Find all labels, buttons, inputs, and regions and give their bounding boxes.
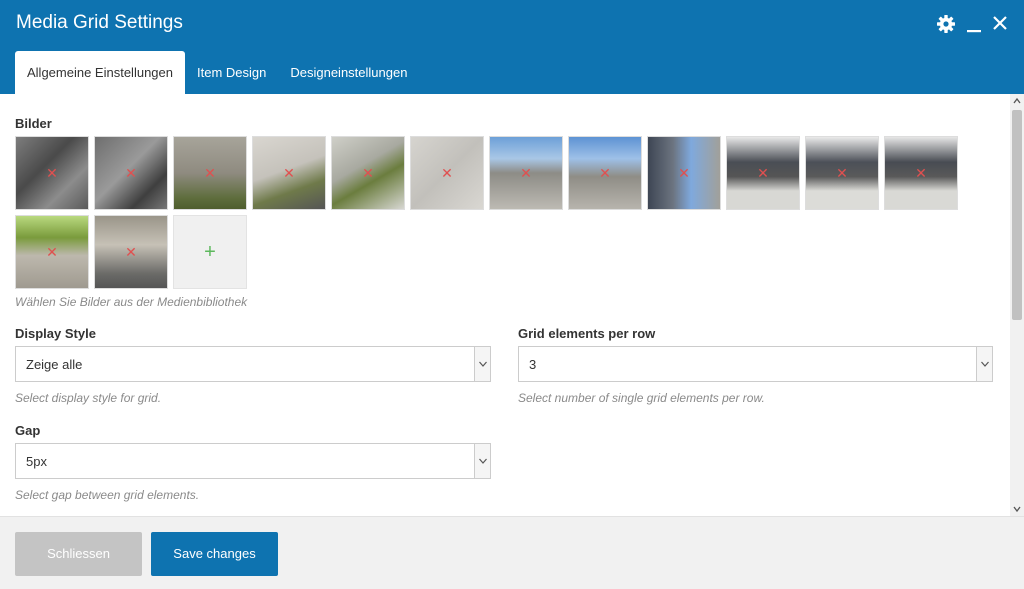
images-help-text: Wählen Sie Bilder aus der Medienbiblioth… [15, 295, 248, 309]
tab-item-design[interactable]: Item Design [185, 51, 278, 94]
remove-x-icon[interactable]: ✕ [362, 166, 374, 180]
gap-help-text: Select gap between grid elements. [15, 488, 200, 502]
remove-x-icon[interactable]: ✕ [520, 166, 532, 180]
remove-x-icon[interactable]: ✕ [757, 166, 769, 180]
close-icon[interactable] [992, 14, 1008, 34]
tab-designeinstellungen[interactable]: Designeinstellungen [278, 51, 419, 94]
gap-value: 5px [26, 454, 47, 469]
chevron-down-icon [474, 444, 490, 478]
image-thumbnail[interactable]: ✕ [94, 136, 168, 210]
image-thumbnail[interactable]: ✕ [252, 136, 326, 210]
image-thumbnail[interactable]: ✕ [647, 136, 721, 210]
image-thumbnail[interactable]: ✕ [15, 136, 89, 210]
remove-x-icon[interactable]: ✕ [678, 166, 690, 180]
remove-x-icon[interactable]: ✕ [46, 245, 58, 259]
settings-content: Bilder ✕ ✕ ✕ ✕ ✕ ✕ ✕ ✕ ✕ ✕ ✕ ✕ ✕ ✕ + Wäh… [0, 94, 1010, 516]
display-style-select[interactable]: Zeige alle [15, 346, 491, 382]
chevron-down-icon [976, 347, 992, 381]
plus-icon: + [204, 241, 216, 263]
image-thumbnail[interactable]: ✕ [805, 136, 879, 210]
image-thumbnail[interactable]: ✕ [15, 215, 89, 289]
add-image-button[interactable]: + [173, 215, 247, 289]
tab-bar: Allgemeine Einstellungen Item Design Des… [15, 51, 419, 94]
gap-label: Gap [15, 423, 41, 438]
remove-x-icon[interactable]: ✕ [125, 245, 137, 259]
image-thumbnail[interactable]: ✕ [94, 215, 168, 289]
image-thumbnail[interactable]: ✕ [884, 136, 958, 210]
image-thumbnail[interactable]: ✕ [173, 136, 247, 210]
tab-allgemeine-einstellungen[interactable]: Allgemeine Einstellungen [15, 51, 185, 94]
grid-per-row-select[interactable]: 3 [518, 346, 993, 382]
grid-per-row-help-text: Select number of single grid elements pe… [518, 391, 765, 405]
grid-per-row-label: Grid elements per row [518, 326, 656, 341]
remove-x-icon[interactable]: ✕ [915, 166, 927, 180]
remove-x-icon[interactable]: ✕ [836, 166, 848, 180]
display-style-value: Zeige alle [26, 357, 83, 372]
modal-header: Media Grid Settings Allgemeine Einstellu… [0, 0, 1024, 94]
display-style-label: Display Style [15, 326, 96, 341]
minimize-icon[interactable] [966, 14, 982, 34]
images-label: Bilder [15, 116, 52, 131]
save-changes-button[interactable]: Save changes [151, 532, 278, 576]
grid-per-row-value: 3 [529, 357, 537, 372]
remove-x-icon[interactable]: ✕ [441, 166, 453, 180]
modal-footer: Schliessen Save changes [0, 516, 1024, 589]
close-button[interactable]: Schliessen [15, 532, 142, 576]
scroll-down-icon[interactable] [1010, 502, 1024, 516]
gear-icon[interactable] [936, 14, 956, 34]
image-thumbnail[interactable]: ✕ [726, 136, 800, 210]
remove-x-icon[interactable]: ✕ [46, 166, 58, 180]
remove-x-icon[interactable]: ✕ [283, 166, 295, 180]
gap-select[interactable]: 5px [15, 443, 491, 479]
remove-x-icon[interactable]: ✕ [204, 166, 216, 180]
remove-x-icon[interactable]: ✕ [125, 166, 137, 180]
vertical-scrollbar[interactable] [1010, 94, 1024, 516]
image-thumbnail[interactable]: ✕ [489, 136, 563, 210]
image-thumbnail[interactable]: ✕ [410, 136, 484, 210]
scroll-up-icon[interactable] [1010, 94, 1024, 108]
display-style-help-text: Select display style for grid. [15, 391, 162, 405]
modal-title: Media Grid Settings [16, 12, 183, 33]
image-thumbnail[interactable]: ✕ [568, 136, 642, 210]
chevron-down-icon [474, 347, 490, 381]
scrollbar-thumb[interactable] [1012, 110, 1022, 320]
remove-x-icon[interactable]: ✕ [599, 166, 611, 180]
image-thumbnail[interactable]: ✕ [331, 136, 405, 210]
